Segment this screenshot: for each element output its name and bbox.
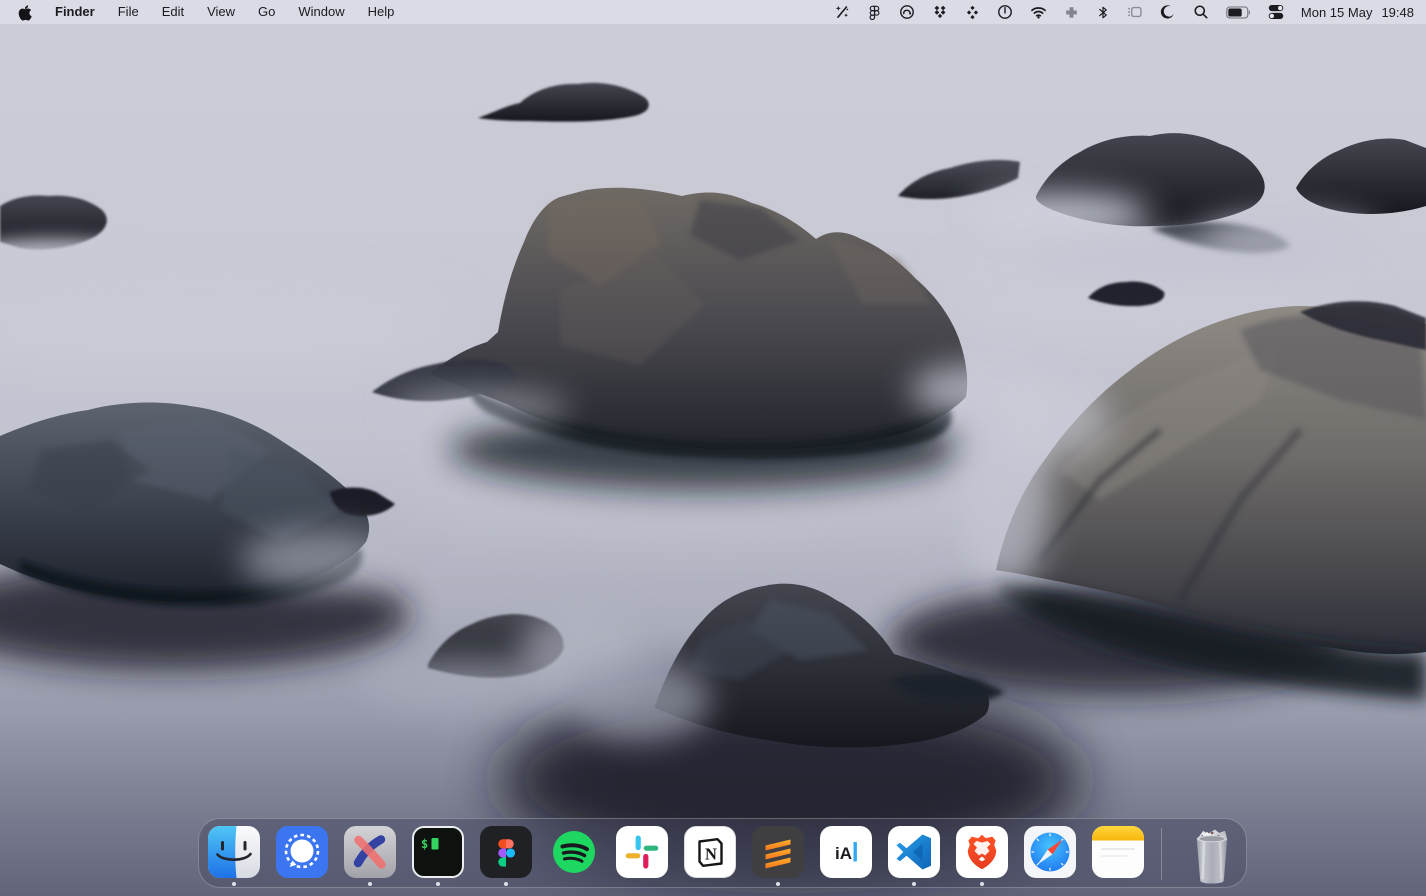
window-sidebar-icon[interactable] <box>1127 4 1143 20</box>
dock-item-notion[interactable]: N <box>683 826 737 886</box>
notion-icon: N <box>684 826 736 878</box>
control-center-icon[interactable] <box>1268 4 1284 20</box>
menu-bar: Finder File Edit View Go Window Help <box>0 0 1426 24</box>
dock-item-brave[interactable] <box>955 826 1009 886</box>
running-indicator <box>436 882 440 886</box>
battery-icon[interactable] <box>1226 6 1251 19</box>
desktop-wallpaper <box>0 0 1426 896</box>
menu-view[interactable]: View <box>207 0 235 24</box>
safari-icon <box>1024 826 1076 878</box>
menu-go[interactable]: Go <box>258 0 275 24</box>
sparkle-slash-icon[interactable] <box>834 4 850 20</box>
dock-item-notes[interactable] <box>1091 826 1145 886</box>
dock-item-craft[interactable] <box>343 826 397 886</box>
dock-item-spotify[interactable] <box>547 826 601 886</box>
slack-icon <box>616 826 668 878</box>
dock-item-vscode[interactable] <box>887 826 941 886</box>
dock: $ <box>198 818 1247 888</box>
wifi-icon[interactable] <box>1030 4 1047 20</box>
running-indicator <box>368 882 372 886</box>
dock-item-trash[interactable] <box>1184 826 1240 886</box>
clock-time: 19:48 <box>1381 5 1414 20</box>
dock-item-safari[interactable] <box>1023 826 1077 886</box>
bluetooth-icon[interactable] <box>1096 5 1110 20</box>
dock-item-signal[interactable] <box>275 826 329 886</box>
menu-edit[interactable]: Edit <box>162 0 184 24</box>
figma-menubar-icon[interactable] <box>867 5 882 20</box>
running-indicator <box>232 882 236 886</box>
figma-icon <box>480 826 532 878</box>
brave-icon <box>956 826 1008 878</box>
ia-writer-icon: iA <box>820 826 872 878</box>
dock-item-figma[interactable] <box>479 826 533 886</box>
vscode-icon <box>888 826 940 878</box>
clock-date: Mon 15 May <box>1301 5 1373 20</box>
health-plus-icon[interactable] <box>1064 5 1079 20</box>
terminal-icon: $ <box>412 826 464 878</box>
trash-full-icon <box>1184 826 1240 885</box>
dock-item-ia-writer[interactable]: iA <box>819 826 873 886</box>
dock-item-terminal[interactable]: $ <box>411 826 465 886</box>
craft-icon <box>344 826 396 878</box>
menu-help[interactable]: Help <box>368 0 395 24</box>
diamond-cluster-icon[interactable] <box>965 5 980 20</box>
power-circle-icon[interactable] <box>997 4 1013 20</box>
dock-item-finder[interactable] <box>207 826 261 886</box>
running-indicator <box>912 882 916 886</box>
menu-app-name[interactable]: Finder <box>55 0 95 24</box>
apple-menu-icon[interactable] <box>18 4 32 21</box>
svg-text:N: N <box>705 845 717 864</box>
finder-icon <box>208 826 260 878</box>
spotlight-search-icon[interactable] <box>1193 4 1209 20</box>
running-indicator <box>980 882 984 886</box>
menu-file[interactable]: File <box>118 0 139 24</box>
spotify-icon <box>548 826 600 878</box>
dropbox-icon[interactable] <box>932 4 948 20</box>
dock-item-sublime-text[interactable] <box>751 826 805 886</box>
running-indicator <box>776 882 780 886</box>
focus-moon-icon[interactable] <box>1160 4 1176 20</box>
notes-icon <box>1092 826 1144 878</box>
svg-text:$: $ <box>421 837 428 851</box>
menubar-clock[interactable]: Mon 15 May 19:48 <box>1301 5 1414 20</box>
svg-text:iA: iA <box>835 844 852 863</box>
adobe-creative-cloud-icon[interactable] <box>899 4 915 20</box>
menu-window[interactable]: Window <box>298 0 344 24</box>
signal-icon <box>276 826 328 878</box>
dock-item-slack[interactable] <box>615 826 669 886</box>
sublime-text-icon <box>752 826 804 878</box>
running-indicator <box>504 882 508 886</box>
dock-divider <box>1161 828 1162 880</box>
